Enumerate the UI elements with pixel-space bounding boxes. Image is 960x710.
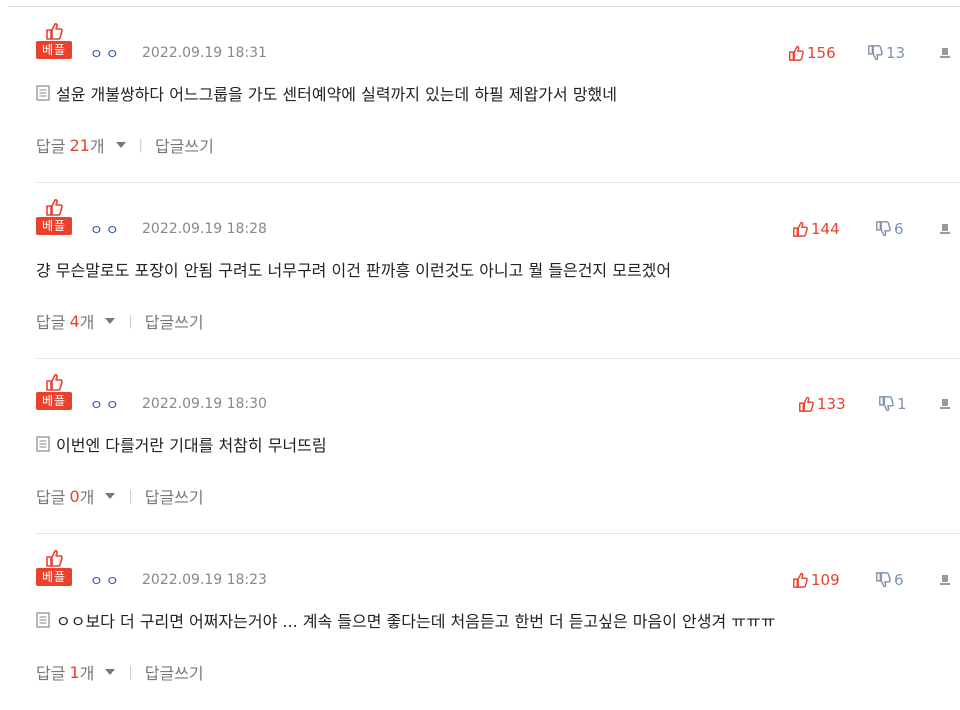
report-icon[interactable]	[938, 573, 952, 587]
dislike-button[interactable]: 6	[875, 571, 904, 589]
caret-down-icon	[105, 493, 116, 499]
thumbs-down-icon	[876, 572, 891, 588]
comment-body: 걍 무슨말로도 포장이 안됨 구려도 너무구려 이건 판까흥 이런것도 아니고 …	[36, 257, 671, 281]
reply-count: 0	[69, 486, 80, 506]
caret-down-icon	[115, 142, 126, 148]
reply-label: 답글	[36, 137, 66, 156]
reply-toggle[interactable]: 답글 1개	[36, 660, 116, 684]
reply-toggle[interactable]: 답글 0개	[36, 484, 116, 508]
thumbs-up-icon	[46, 22, 63, 40]
dislike-button[interactable]: 13	[867, 44, 905, 62]
document-icon	[36, 436, 50, 452]
comment-date: 2022.09.19 18:23	[142, 572, 267, 588]
best-badge-label: 베플	[36, 568, 72, 586]
comment-divider	[36, 182, 960, 183]
separator: |	[128, 313, 133, 329]
separator: |	[138, 137, 143, 153]
reply-row: 답글 1개 | 답글쓰기	[36, 660, 204, 684]
reply-row: 답글 4개 | 답글쓰기	[36, 309, 204, 333]
reply-toggle[interactable]: 답글 21 개	[36, 133, 127, 157]
document-icon	[36, 612, 50, 628]
thumbs-up-icon	[46, 549, 63, 567]
dislike-count: 13	[886, 44, 906, 62]
reply-count: 1	[69, 662, 80, 682]
thumbs-down-icon	[868, 45, 883, 61]
reply-label: 답글	[36, 664, 66, 683]
like-count: 109	[811, 571, 840, 589]
reply-label: 답글	[36, 313, 66, 332]
best-comment-badge: 베플	[36, 549, 72, 587]
like-button[interactable]: 156	[788, 44, 836, 62]
comment-body: 이번엔 다를거란 기대를 처참히 무너뜨림	[36, 432, 327, 456]
best-badge-label: 베플	[36, 41, 72, 59]
comment-item: 베플 ㅇㅇ 2022.09.19 18:23 109 6 ㅇㅇ보다 더 구리면 …	[36, 535, 960, 710]
caret-down-icon	[105, 318, 116, 324]
dislike-button[interactable]: 1	[878, 395, 907, 413]
like-button[interactable]: 109	[792, 571, 840, 589]
reply-count: 21	[69, 135, 90, 155]
like-count: 156	[807, 44, 836, 62]
comment-item: 베플 ㅇㅇ 2022.09.19 18:28 144 6 걍 무슨말로도 포장이…	[36, 184, 960, 359]
thumbs-up-icon	[46, 198, 63, 216]
thumbs-down-icon	[876, 221, 891, 237]
comment-body: 설윤 개불쌍하다 어느그룹을 가도 센터예약에 실력까지 있는데 하필 제왑가서…	[36, 81, 617, 105]
separator: |	[128, 488, 133, 504]
caret-down-icon	[105, 669, 116, 675]
best-comment-badge: 베플	[36, 22, 72, 60]
reply-label: 답글	[36, 488, 66, 507]
comment-date: 2022.09.19 18:28	[142, 221, 267, 237]
report-icon[interactable]	[938, 397, 952, 411]
dislike-button[interactable]: 6	[875, 220, 904, 238]
comment-text: 걍 무슨말로도 포장이 안됨 구려도 너무구려 이건 판까흥 이런것도 아니고 …	[36, 261, 672, 280]
reply-toggle[interactable]: 답글 4개	[36, 309, 116, 333]
dislike-count: 6	[894, 571, 904, 589]
thumbs-down-icon	[879, 396, 894, 412]
comment-date: 2022.09.19 18:30	[142, 396, 267, 412]
like-count: 144	[811, 220, 840, 238]
comment-item: 베플 ㅇㅇ 2022.09.19 18:30 133 1 이번엔 다를거란 기대…	[36, 359, 960, 534]
comment-divider	[36, 533, 960, 534]
reply-row: 답글 21 개 | 답글쓰기	[36, 133, 214, 157]
comment-text: ㅇㅇ보다 더 구리면 어쩌자는거야 ... 계속 들으면 좋다는데 처음듣고 한…	[56, 612, 776, 631]
best-badge-label: 베플	[36, 217, 72, 235]
top-divider	[8, 6, 960, 7]
comment-text: 설윤 개불쌍하다 어느그룹을 가도 센터예약에 실력까지 있는데 하필 제왑가서…	[56, 85, 617, 104]
separator: |	[128, 664, 133, 680]
thumbs-up-icon	[789, 45, 804, 61]
reply-unit: 개	[79, 488, 95, 507]
comment-nickname[interactable]: ㅇㅇ	[90, 220, 122, 240]
thumbs-up-icon	[799, 396, 814, 412]
dislike-count: 6	[894, 220, 904, 238]
best-badge-label: 베플	[36, 392, 72, 410]
like-count: 133	[817, 395, 846, 413]
write-reply-link[interactable]: 답글쓰기	[145, 309, 204, 333]
comment-nickname[interactable]: ㅇㅇ	[90, 44, 122, 64]
reply-row: 답글 0개 | 답글쓰기	[36, 484, 204, 508]
reply-unit: 개	[89, 137, 105, 156]
like-button[interactable]: 144	[792, 220, 840, 238]
document-icon	[36, 85, 50, 101]
report-icon[interactable]	[938, 222, 952, 236]
best-comment-badge: 베플	[36, 198, 72, 236]
comment-item: 베플 ㅇㅇ 2022.09.19 18:31 156 13 설윤 개불쌍하다 어…	[36, 8, 960, 183]
write-reply-link[interactable]: 답글쓰기	[155, 133, 214, 157]
write-reply-link[interactable]: 답글쓰기	[145, 660, 204, 684]
dislike-count: 1	[897, 395, 907, 413]
comment-nickname[interactable]: ㅇㅇ	[90, 395, 122, 415]
report-icon[interactable]	[938, 46, 952, 60]
reply-unit: 개	[79, 313, 95, 332]
comment-date: 2022.09.19 18:31	[142, 45, 267, 61]
thumbs-up-icon	[46, 373, 63, 391]
thumbs-up-icon	[793, 221, 808, 237]
reply-unit: 개	[79, 664, 95, 683]
write-reply-link[interactable]: 답글쓰기	[145, 484, 204, 508]
thumbs-up-icon	[793, 572, 808, 588]
best-comment-badge: 베플	[36, 373, 72, 411]
like-button[interactable]: 133	[798, 395, 846, 413]
reply-count: 4	[69, 311, 80, 331]
comment-nickname[interactable]: ㅇㅇ	[90, 571, 122, 591]
comment-text: 이번엔 다를거란 기대를 처참히 무너뜨림	[56, 436, 327, 455]
comment-body: ㅇㅇ보다 더 구리면 어쩌자는거야 ... 계속 들으면 좋다는데 처음듣고 한…	[36, 608, 775, 632]
